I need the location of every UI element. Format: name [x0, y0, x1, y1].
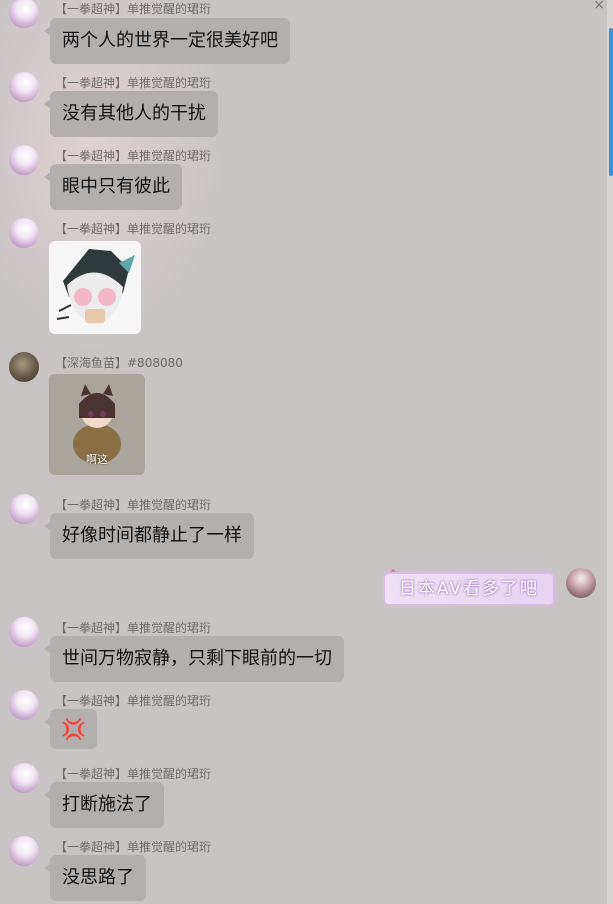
avatar[interactable] — [9, 690, 39, 720]
sender-name: 【一拳超神】单推觉醒的珺珩 — [55, 840, 212, 854]
avatar[interactable] — [9, 836, 39, 866]
sender-name: 【一拳超神】单推觉醒的珺珩 — [55, 149, 212, 163]
avatar[interactable] — [9, 145, 39, 175]
message-bubble[interactable]: 没有其他人的干扰 — [44, 91, 218, 137]
sticker-caption: 啊这 — [86, 453, 108, 466]
avatar[interactable] — [9, 617, 39, 647]
scrollbar-thumb[interactable] — [609, 28, 613, 176]
my-avatar[interactable] — [566, 568, 596, 598]
sender-name: 【一拳超神】单推觉醒的珺珩 — [55, 2, 212, 16]
avatar[interactable] — [9, 494, 39, 524]
sender-name: 【一拳超神】单推觉醒的珺珩 — [55, 767, 212, 781]
anime-girl-sticker-image — [56, 249, 135, 323]
message-bubble[interactable]: 两个人的世界一定很美好吧 — [44, 18, 290, 64]
avatar[interactable] — [9, 352, 39, 382]
avatar[interactable] — [9, 218, 39, 248]
sender-name: 【深海鱼苗】#808080 — [55, 356, 183, 370]
my-message-bubble[interactable]: 日本AV看多了吧 — [382, 572, 555, 606]
close-icon[interactable]: × — [593, 0, 605, 13]
message-bubble[interactable]: 没思路了 — [44, 855, 146, 901]
sender-name: 【一拳超神】单推觉醒的珺珩 — [55, 76, 212, 90]
cat-girl-potato-sticker[interactable]: 啊这 — [49, 374, 145, 475]
message-bubble[interactable]: 眼中只有彼此 — [44, 164, 182, 210]
sender-name: 【一拳超神】单推觉醒的珺珩 — [55, 694, 212, 708]
scrollbar-track[interactable] — [607, 0, 613, 904]
sender-name: 【一拳超神】单推觉醒的珺珩 — [55, 222, 212, 236]
avatar[interactable] — [9, 0, 39, 28]
avatar[interactable] — [9, 72, 39, 102]
message-bubble[interactable]: 世间万物寂静，只剩下眼前的一切 — [44, 636, 344, 682]
avatar[interactable] — [9, 763, 39, 793]
message-bubble[interactable]: 打断施法了 — [44, 782, 164, 828]
anger-symbol-icon[interactable]: 💢 — [44, 709, 97, 749]
anime-girl-sticker[interactable] — [49, 241, 141, 334]
message-bubble[interactable]: 好像时间都静止了一样 — [44, 513, 254, 559]
sender-name: 【一拳超神】单推觉醒的珺珩 — [55, 621, 212, 635]
sender-name: 【一拳超神】单推觉醒的珺珩 — [55, 498, 212, 512]
